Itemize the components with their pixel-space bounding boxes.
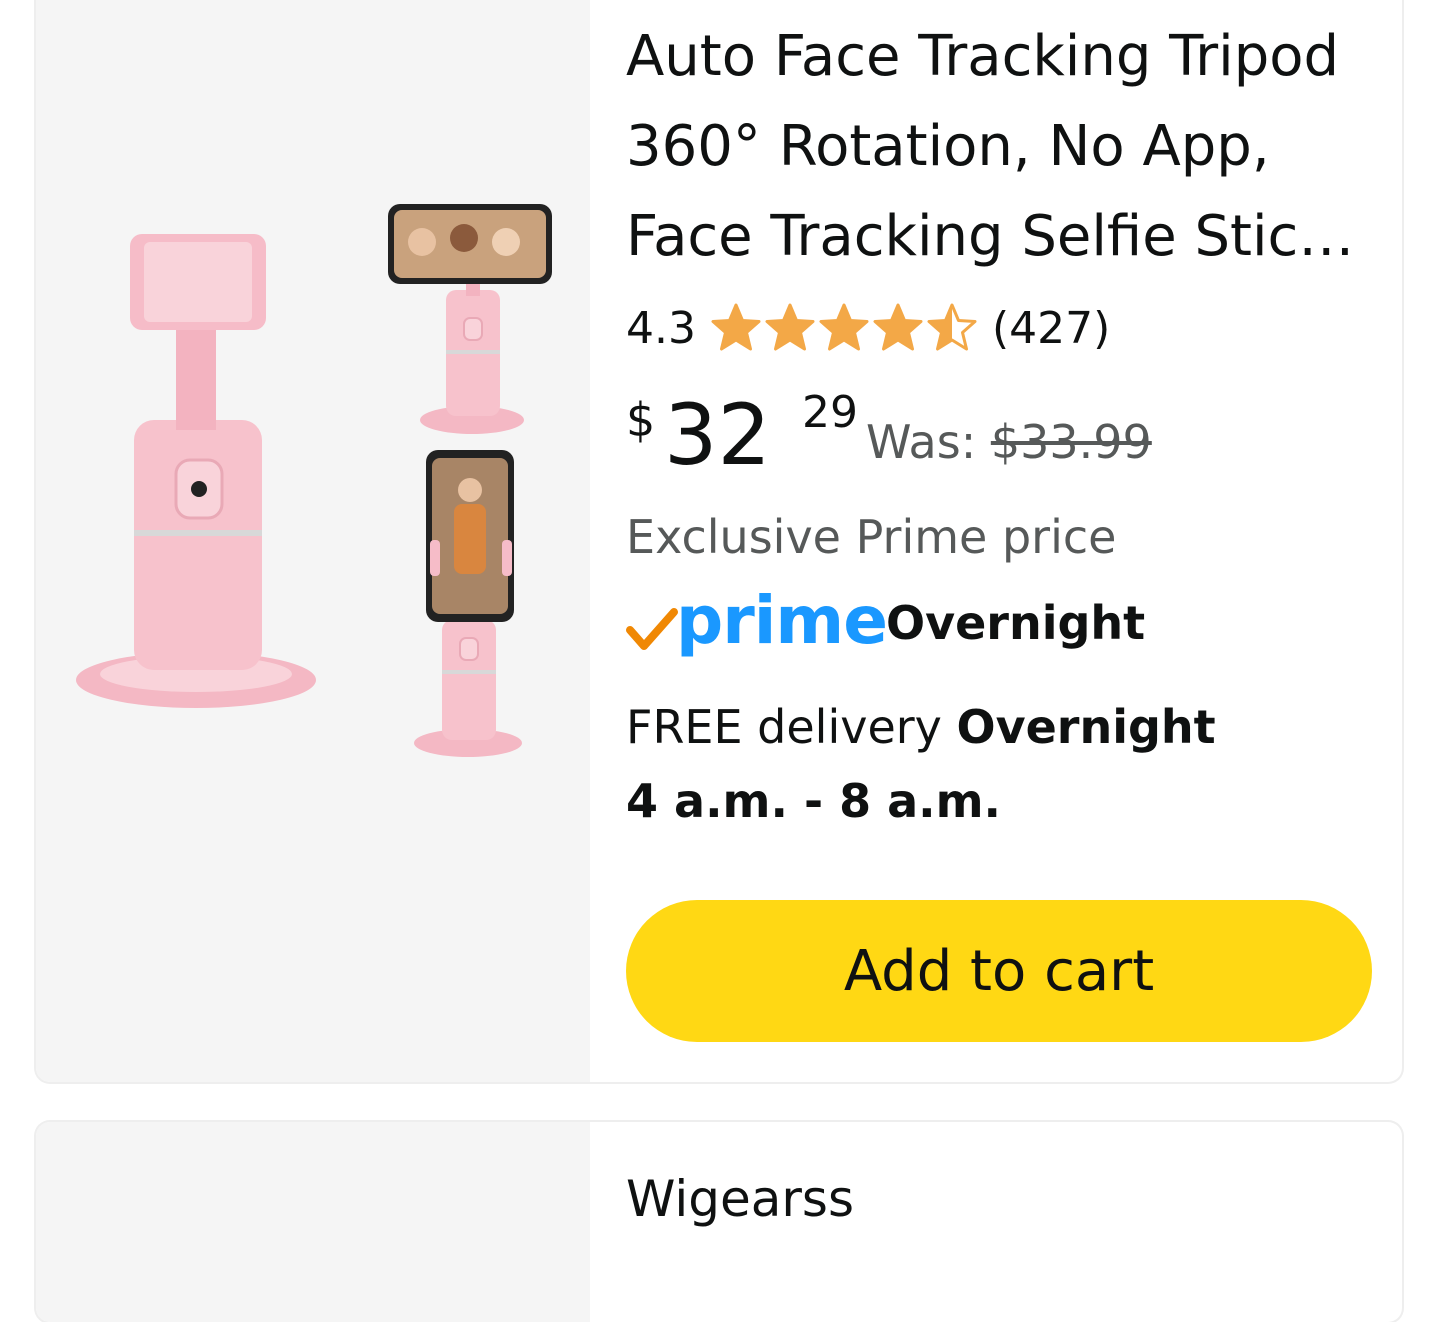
prime-badge: prime Overnight (626, 582, 1146, 659)
small-tripod-phone-horizontal (388, 204, 552, 434)
rating-row[interactable]: 4.3 (427) (626, 298, 1110, 358)
price-fraction: 29 (802, 387, 858, 438)
star-half-icon (927, 303, 977, 351)
large-tripod-illustration (76, 234, 316, 708)
prime-wordmark: prime (676, 582, 888, 659)
was-price-block: Was: $33.99 (866, 415, 1152, 469)
delivery-prefix: FREE delivery (626, 700, 942, 754)
delivery-info: FREE delivery Overnight 4 a.m. - 8 a.m. (626, 690, 1216, 838)
product-title-line[interactable]: Auto Face Tracking Tripod (626, 12, 1376, 102)
prime-delivery-label: Overnight (886, 596, 1146, 650)
product-title-line[interactable]: 360° Rotation, No App, (626, 102, 1376, 192)
star-full-icon (819, 303, 869, 351)
star-full-icon (765, 303, 815, 351)
prime-logo: prime (626, 582, 888, 659)
was-label: Was: (866, 415, 977, 469)
star-rating (710, 302, 978, 354)
rating-value: 4.3 (626, 302, 696, 354)
star-full-icon (873, 303, 923, 351)
product-card[interactable]: Wigearss (36, 1122, 1402, 1322)
delivery-window: 4 a.m. - 8 a.m. (626, 774, 1002, 828)
prime-check-icon (626, 608, 678, 650)
product-image[interactable] (36, 1122, 590, 1322)
review-count[interactable]: (427) (992, 303, 1110, 354)
product-title[interactable]: Wigearss (626, 1170, 854, 1228)
product-image[interactable] (36, 0, 590, 1082)
small-tripod-phone-vertical (414, 450, 522, 757)
star-full-icon (711, 303, 761, 351)
tripod-image (76, 204, 552, 757)
price-whole: 32 (664, 386, 771, 484)
was-price: $33.99 (990, 415, 1152, 469)
delivery-speed: Overnight (956, 700, 1216, 754)
add-to-cart-button[interactable]: Add to cart (626, 900, 1372, 1042)
product-card[interactable]: Auto Face Tracking Tripod 360° Rotation,… (36, 0, 1402, 1082)
exclusive-prime-label: Exclusive Prime price (626, 510, 1117, 564)
price-symbol: $ (626, 393, 656, 447)
product-title[interactable]: Auto Face Tracking Tripod 360° Rotation,… (626, 12, 1376, 282)
product-title-line[interactable]: Face Tracking Selfie Stic… (626, 192, 1376, 282)
